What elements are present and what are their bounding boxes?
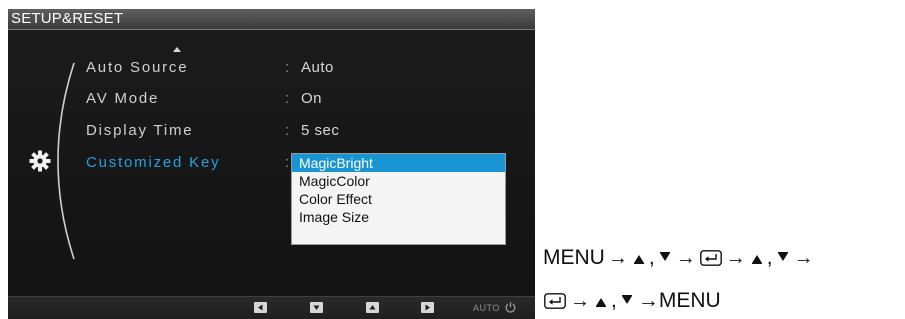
down-button-icon[interactable] bbox=[310, 302, 323, 313]
auto-button-label[interactable]: AUTO bbox=[473, 303, 500, 313]
instruction-comma: , bbox=[611, 289, 617, 313]
osd-panel: SETUP&RESET Auto Source : Auto AV Mode :… bbox=[8, 9, 535, 319]
triangle-down-icon bbox=[777, 252, 788, 262]
instruction-arrow: → bbox=[725, 247, 746, 270]
instruction-comma: , bbox=[766, 246, 773, 270]
right-button-icon[interactable] bbox=[421, 302, 434, 313]
menu-item-separator: : bbox=[285, 90, 291, 107]
dropdown-option-magicbright[interactable]: MagicBright bbox=[292, 154, 505, 172]
menu-item-label: Customized Key bbox=[86, 154, 221, 171]
osd-button-bar: AUTO bbox=[8, 296, 535, 319]
up-button-icon[interactable] bbox=[366, 302, 379, 313]
triangle-down-icon bbox=[659, 252, 670, 262]
instruction-menu-label: MENU bbox=[543, 246, 605, 270]
menu-item-value: On bbox=[301, 90, 323, 107]
gear-icon bbox=[29, 150, 51, 172]
instruction-line-1: MENU →, → →, → bbox=[543, 245, 817, 271]
enter-icon bbox=[544, 293, 566, 310]
dropdown-option-magiccolor[interactable]: MagicColor bbox=[292, 172, 505, 190]
power-icon[interactable] bbox=[504, 301, 517, 314]
scroll-up-icon[interactable] bbox=[173, 47, 181, 52]
menu-item-separator: : bbox=[285, 122, 291, 139]
instruction-arrow: → bbox=[570, 290, 590, 313]
customized-key-dropdown[interactable]: MagicBright MagicColor Color Effect Imag… bbox=[291, 153, 506, 245]
osd-title: SETUP&RESET bbox=[11, 10, 124, 27]
menu-item-display-time[interactable]: Display Time : 5 sec bbox=[86, 122, 339, 144]
instruction-line-2: →, →MENU bbox=[543, 288, 721, 314]
menu-item-value: 5 sec bbox=[301, 122, 340, 139]
triangle-down-icon bbox=[621, 295, 632, 305]
triangle-up-icon bbox=[633, 255, 644, 265]
menu-item-av-mode[interactable]: AV Mode : On bbox=[86, 90, 322, 112]
triangle-up-icon bbox=[751, 255, 762, 265]
menu-item-label: AV Mode bbox=[86, 90, 160, 107]
menu-item-label: Auto Source bbox=[86, 59, 189, 76]
enter-icon bbox=[699, 250, 722, 267]
instruction-arrow: → bbox=[675, 247, 696, 270]
left-button-icon[interactable] bbox=[254, 302, 267, 313]
instruction-comma: , bbox=[648, 246, 655, 270]
instruction-arrow: → bbox=[793, 247, 814, 270]
instruction-end-text: →MENU bbox=[637, 289, 721, 313]
menu-item-label: Display Time bbox=[86, 122, 194, 139]
menu-item-value: Auto bbox=[301, 59, 334, 76]
dropdown-option-image-size[interactable]: Image Size bbox=[292, 208, 505, 226]
menu-arc-decoration bbox=[57, 62, 75, 260]
menu-item-customized-key[interactable]: Customized Key : bbox=[86, 154, 289, 176]
dropdown-option-color-effect[interactable]: Color Effect bbox=[292, 190, 505, 208]
menu-item-separator: : bbox=[285, 59, 291, 76]
menu-item-auto-source[interactable]: Auto Source : Auto bbox=[86, 59, 333, 81]
instruction-arrow: → bbox=[607, 247, 628, 270]
triangle-up-icon bbox=[596, 298, 606, 308]
osd-title-bar: SETUP&RESET bbox=[8, 9, 535, 30]
